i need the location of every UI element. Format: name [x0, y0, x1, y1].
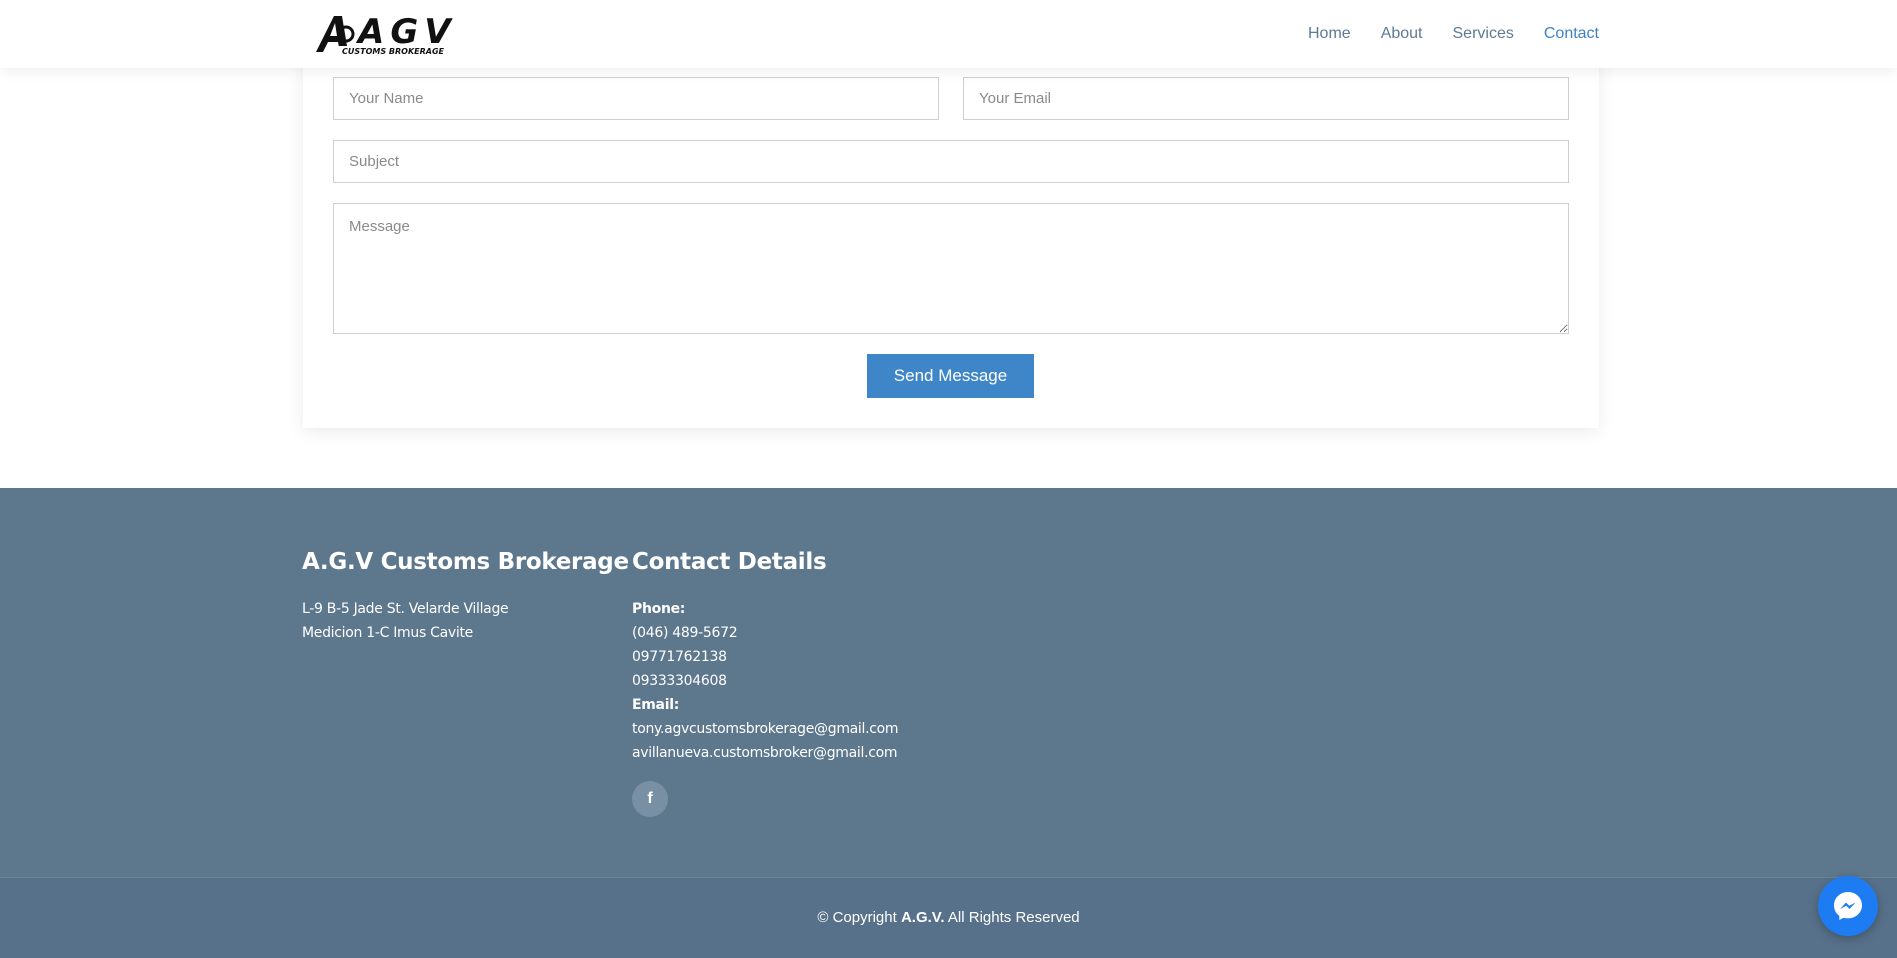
messenger-chat-button[interactable] — [1818, 876, 1878, 936]
address-line-1: L-9 B-5 Jade St. Velarde Village — [302, 601, 509, 617]
copyright-suffix: All Rights Reserved — [947, 909, 1080, 926]
facebook-link[interactable]: f — [632, 781, 668, 817]
contact-details: Phone: (046) 489-5672 09771762138 093333… — [632, 597, 899, 765]
logo-subtext: CUSTOMS BROKERAGE — [342, 47, 445, 56]
email-label: Email: — [632, 697, 679, 713]
email-input[interactable] — [963, 77, 1569, 120]
nav-contact[interactable]: Contact — [1544, 25, 1599, 43]
copyright-text: © Copyright A.G.V. All Rights Reserved — [0, 909, 1897, 926]
name-input[interactable] — [333, 77, 939, 120]
main-nav: Home About Services Contact — [1278, 0, 1599, 68]
copyright-prefix: © Copyright — [817, 909, 897, 926]
company-title: A.G.V Customs Brokerage — [302, 549, 629, 575]
phone-number: 09333304608 — [632, 673, 727, 689]
copyright-brand: A.G.V. — [900, 909, 945, 926]
phone-label: Phone: — [632, 601, 686, 617]
address-line-2: Medicion 1-C Imus Cavite — [302, 625, 473, 641]
company-address: L-9 B-5 Jade St. Velarde Village Medicio… — [302, 597, 509, 645]
site-header: AGV CUSTOMS BROKERAGE Home About Service… — [0, 0, 1897, 68]
phone-number: (046) 489-5672 — [632, 625, 738, 641]
subject-input[interactable] — [333, 140, 1569, 183]
agv-logo[interactable]: AGV CUSTOMS BROKERAGE — [314, 10, 489, 58]
email-address[interactable]: avillanueva.customsbroker@gmail.com — [632, 741, 898, 765]
message-textarea[interactable] — [333, 203, 1569, 334]
footer — [0, 488, 1897, 877]
facebook-icon: f — [647, 790, 653, 807]
send-message-button[interactable]: Send Message — [867, 354, 1034, 398]
nav-services[interactable]: Services — [1453, 25, 1514, 43]
nav-about[interactable]: About — [1381, 25, 1423, 43]
page: AGV CUSTOMS BROKERAGE Home About Service… — [0, 0, 1897, 958]
phone-number: 09771762138 — [632, 649, 727, 665]
contact-details-title: Contact Details — [632, 549, 827, 575]
email-address[interactable]: tony.agvcustomsbrokerage@gmail.com — [632, 717, 899, 741]
messenger-icon — [1834, 892, 1862, 920]
nav-home[interactable]: Home — [1308, 25, 1351, 43]
